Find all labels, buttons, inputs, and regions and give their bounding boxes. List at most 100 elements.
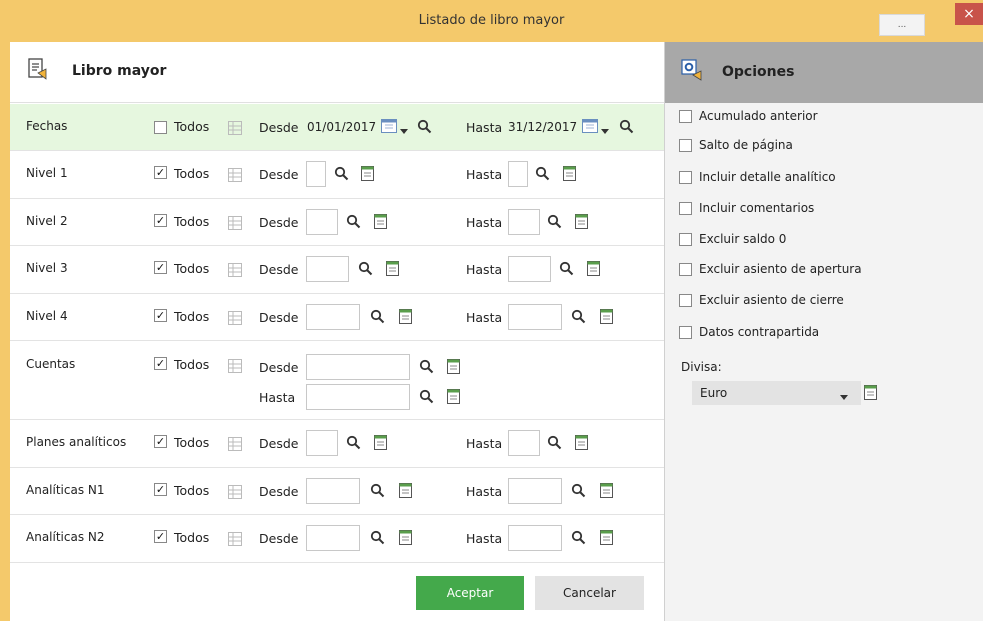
divisa-select[interactable]: Euro [692,381,861,405]
todos-checkbox[interactable]: ✓ [154,357,167,370]
row-label: Nivel 4 [26,309,68,323]
window-title: Listado de libro mayor [418,13,565,28]
nivel4-hasta-input[interactable] [508,304,562,330]
fecha-hasta-input[interactable] [508,114,580,140]
dropdown-arrow-icon[interactable] [601,124,609,134]
row-label: Nivel 2 [26,214,68,228]
table-icon [228,485,242,499]
desde-label: Desde [259,167,299,182]
desde-label: Desde [259,120,299,135]
todos-checkbox[interactable]: ✓ [154,483,167,496]
nivel2-desde-input[interactable] [306,209,338,235]
search-icon[interactable] [559,261,574,276]
desde-label: Desde [259,215,299,230]
cuentas-desde-input[interactable] [306,354,410,380]
close-button[interactable]: × [955,3,983,25]
accept-button[interactable]: Aceptar [416,576,524,610]
fecha-desde-input[interactable] [307,114,379,140]
document-icon[interactable] [361,166,376,181]
todos-checkbox[interactable]: ✓ [154,435,167,448]
todos-checkbox[interactable] [154,121,167,134]
calendar-icon[interactable] [381,119,397,133]
todos-label: Todos [174,214,210,229]
main-header: Libro mayor [10,42,664,103]
more-button[interactable]: ... [879,14,925,36]
document-icon[interactable] [447,359,462,374]
table-icon [228,121,242,135]
search-icon[interactable] [370,309,385,324]
search-icon[interactable] [547,435,562,450]
document-icon[interactable] [575,214,590,229]
document-icon[interactable] [374,214,389,229]
an1-desde-input[interactable] [306,478,360,504]
calendar-icon[interactable] [582,119,598,133]
search-icon[interactable] [547,214,562,229]
option-checkbox[interactable] [679,326,692,339]
cancel-button[interactable]: Cancelar [535,576,644,610]
document-icon[interactable] [399,530,414,545]
planes-hasta-input[interactable] [508,430,540,456]
document-icon[interactable] [447,389,462,404]
search-icon[interactable] [571,309,586,324]
nivel4-desde-input[interactable] [306,304,360,330]
document-icon[interactable] [399,483,414,498]
search-icon[interactable] [346,214,361,229]
search-icon[interactable] [419,389,434,404]
divisa-label: Divisa: [681,360,722,374]
an1-hasta-input[interactable] [508,478,562,504]
document-icon[interactable] [386,261,401,276]
search-icon[interactable] [370,483,385,498]
document-icon[interactable] [587,261,602,276]
todos-label: Todos [174,530,210,545]
dropdown-arrow-icon[interactable] [400,124,408,134]
search-icon[interactable] [358,261,373,276]
search-icon[interactable] [571,530,586,545]
document-icon[interactable] [864,385,877,403]
search-icon[interactable] [346,435,361,450]
document-icon[interactable] [600,483,615,498]
an2-desde-input[interactable] [306,525,360,551]
document-icon[interactable] [563,166,578,181]
search-icon[interactable] [419,359,434,374]
option-checkbox[interactable] [679,110,692,123]
nivel1-desde-input[interactable] [306,161,326,187]
planes-desde-input[interactable] [306,430,338,456]
search-icon[interactable] [535,166,550,181]
search-icon[interactable] [571,483,586,498]
nivel3-desde-input[interactable] [306,256,349,282]
option-checkbox[interactable] [679,294,692,307]
search-icon[interactable] [417,119,432,134]
row-label: Nivel 3 [26,261,68,275]
todos-checkbox[interactable]: ✓ [154,214,167,227]
row-nivel-4: Nivel 4 ✓ Todos Desde Hasta [10,294,664,341]
document-icon[interactable] [374,435,389,450]
table-icon [228,168,242,182]
row-nivel-3: Nivel 3 ✓ Todos Desde Hasta [10,246,664,294]
todos-label: Todos [174,166,210,181]
document-icon[interactable] [600,530,615,545]
an2-hasta-input[interactable] [508,525,562,551]
option-checkbox[interactable] [679,171,692,184]
todos-checkbox[interactable]: ✓ [154,530,167,543]
todos-label: Todos [174,483,210,498]
cuentas-hasta-input[interactable] [306,384,410,410]
option-checkbox[interactable] [679,139,692,152]
todos-checkbox[interactable]: ✓ [154,309,167,322]
search-icon[interactable] [619,119,634,134]
todos-checkbox[interactable]: ✓ [154,166,167,179]
nivel1-hasta-input[interactable] [508,161,528,187]
document-icon[interactable] [575,435,590,450]
search-icon[interactable] [370,530,385,545]
document-icon[interactable] [600,309,615,324]
option-checkbox[interactable] [679,233,692,246]
todos-checkbox[interactable]: ✓ [154,261,167,274]
nivel3-hasta-input[interactable] [508,256,551,282]
search-icon[interactable] [334,166,349,181]
hasta-label: Hasta [259,390,296,405]
nivel2-hasta-input[interactable] [508,209,540,235]
document-icon[interactable] [399,309,414,324]
option-label: Salto de página [699,138,793,152]
option-checkbox[interactable] [679,263,692,276]
options-header: Opciones [665,42,983,103]
option-checkbox[interactable] [679,202,692,215]
